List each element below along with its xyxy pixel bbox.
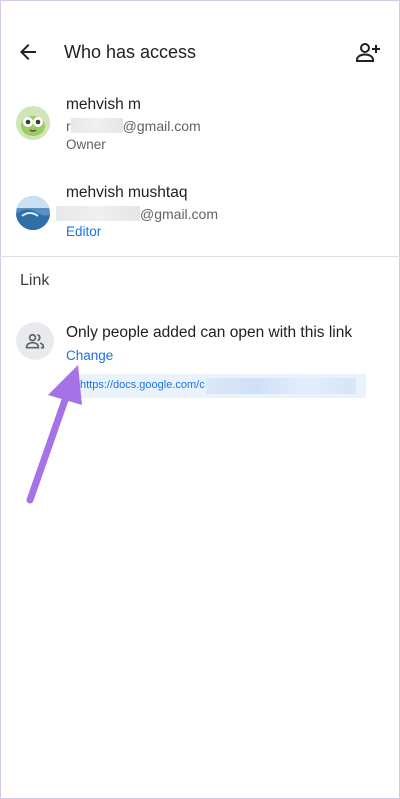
- person-name: mehvish m: [66, 96, 141, 113]
- link-access-description: Only people added can open with this lin…: [66, 324, 353, 341]
- person-role[interactable]: Editor: [66, 224, 101, 239]
- url-redaction: [206, 378, 356, 394]
- person-email: r @gmail.com: [66, 118, 201, 134]
- person-email: @gmail.com: [56, 206, 218, 222]
- share-url-field[interactable]: https://docs.google.com/c: [66, 374, 366, 398]
- annotation-arrow-icon: [26, 365, 82, 504]
- arrow-back-icon[interactable]: [16, 40, 40, 64]
- app-bar: Who has access: [0, 22, 400, 84]
- cartoon-bird-avatar-icon: [16, 106, 50, 140]
- person-row-editor[interactable]: mehvish mushtaq @gmail.com Editor: [0, 180, 400, 250]
- section-divider: [0, 256, 400, 257]
- avatar: [16, 106, 50, 140]
- person-role: Owner: [66, 137, 106, 152]
- person-add-icon[interactable]: [355, 40, 381, 64]
- photo-avatar-icon: [16, 196, 50, 230]
- avatar: [16, 196, 50, 230]
- link-access-icon-wrap: [16, 322, 54, 360]
- share-url: https://docs.google.com/c: [80, 379, 205, 391]
- person-name: mehvish mushtaq: [66, 184, 188, 201]
- email-redaction: [70, 118, 123, 133]
- person-row-owner[interactable]: mehvish m r @gmail.com Owner: [0, 92, 400, 162]
- link-section-title: Link: [20, 272, 50, 289]
- page-title: Who has access: [64, 42, 197, 62]
- people-icon: [25, 333, 45, 349]
- email-redaction: [56, 206, 140, 221]
